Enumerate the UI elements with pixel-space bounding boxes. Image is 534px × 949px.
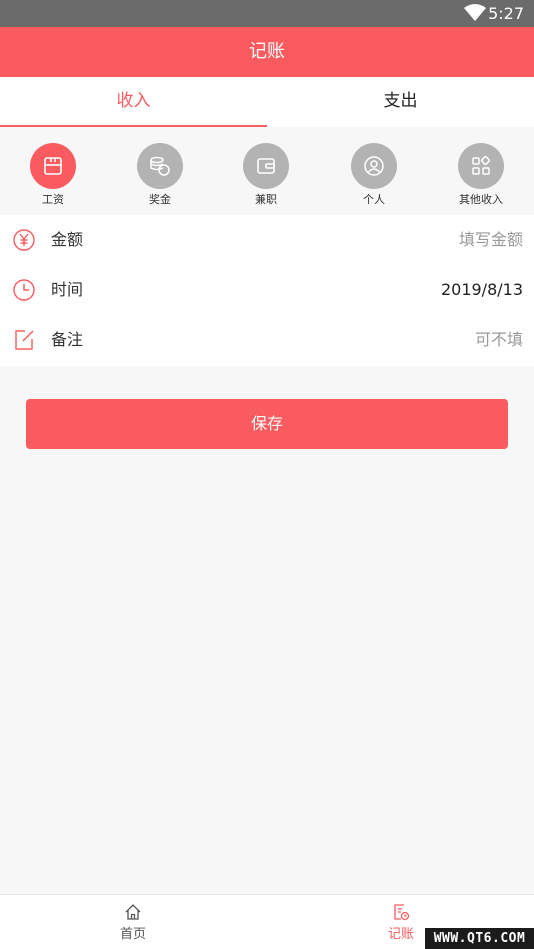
category-label: 奖金 [149, 193, 171, 206]
status-time: 5:27 [488, 4, 524, 23]
category-label: 工资 [42, 193, 64, 206]
wage-icon [30, 143, 76, 189]
category-wage[interactable]: 工资 [13, 143, 93, 207]
amount-label: 金额 [51, 230, 84, 249]
ledger-icon [394, 904, 410, 921]
category-bonus[interactable]: 奖金 [120, 143, 200, 207]
category-other-income[interactable]: 其他收入 [441, 143, 521, 207]
page-title: 记账 [0, 27, 534, 77]
note-label: 备注 [51, 330, 84, 349]
category-list: 工资 奖金 兼职 个人 其他收入 [0, 127, 534, 215]
tab-income[interactable]: 收入 [0, 77, 267, 127]
category-label: 其他收入 [459, 193, 503, 206]
amount-row[interactable]: 金额 填写金额 [0, 215, 534, 265]
amount-input[interactable]: 填写金额 [459, 215, 523, 265]
category-label: 个人 [363, 193, 385, 206]
save-button[interactable]: 保存 [26, 399, 508, 449]
grid-icon [458, 143, 504, 189]
watermark: WWW.QT6.COM [425, 928, 534, 949]
nav-home[interactable]: 首页 [93, 903, 173, 943]
tab-expense[interactable]: 支出 [267, 77, 534, 127]
time-label: 时间 [51, 280, 84, 299]
yuan-icon [13, 229, 35, 251]
wifi-icon [464, 4, 486, 21]
status-bar: 5:27 [0, 0, 534, 27]
entry-form: 金额 填写金额 时间 2019/8/13 备注 可不填 [0, 215, 534, 366]
edit-icon [15, 330, 34, 350]
clock-icon [13, 279, 35, 301]
category-label: 兼职 [255, 193, 277, 206]
wallet-icon [243, 143, 289, 189]
note-input[interactable]: 可不填 [475, 315, 523, 365]
person-icon [351, 143, 397, 189]
note-row[interactable]: 备注 可不填 [0, 315, 534, 365]
time-row[interactable]: 时间 2019/8/13 [0, 265, 534, 315]
nav-label: 首页 [119, 927, 146, 942]
category-personal[interactable]: 个人 [334, 143, 414, 207]
category-parttime[interactable]: 兼职 [226, 143, 306, 207]
date-picker[interactable]: 2019/8/13 [441, 265, 523, 315]
coins-icon [137, 143, 183, 189]
home-icon [125, 904, 141, 920]
type-tabs: 收入 支出 [0, 77, 534, 127]
